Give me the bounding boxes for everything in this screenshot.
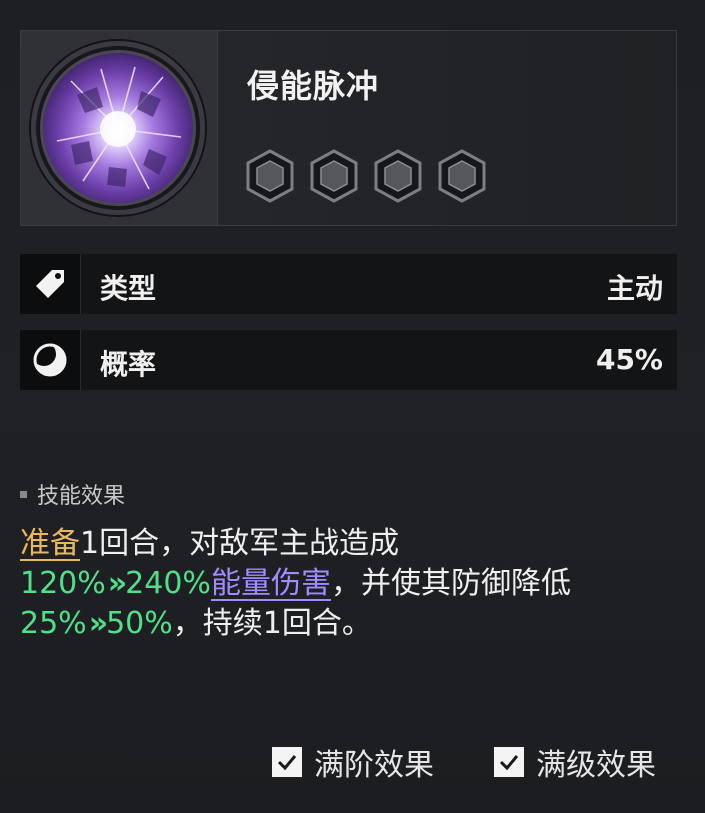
checkbox-checked-icon[interactable] xyxy=(272,747,302,777)
stat-label: 类型 xyxy=(100,272,157,305)
section-title-text: 技能效果 xyxy=(37,484,126,509)
value-from: 25% xyxy=(20,606,87,641)
skill-description: 准备1回合，对敌军主战造成 120%»240%能量伤害，并使其防御降低 25%»… xyxy=(20,524,690,644)
description-text: ，持续1回合。 xyxy=(172,606,372,641)
toggle-max-level[interactable]: 满级效果 xyxy=(494,740,656,784)
stat-value: 45% xyxy=(595,343,663,376)
keyword-energy-damage[interactable]: 能量伤害 xyxy=(211,566,331,601)
stat-label: 概率 xyxy=(100,348,157,381)
toggle-label: 满级效果 xyxy=(536,748,656,783)
checkbox-checked-icon[interactable] xyxy=(494,747,524,777)
skill-header-card: 侵能脉冲 xyxy=(20,30,677,226)
description-line-2: 120%»240%能量伤害，并使其防御降低 xyxy=(20,564,690,604)
level-slot-hex-icon xyxy=(438,149,486,203)
crescent-moon-icon xyxy=(20,330,81,390)
level-slot-hex-icon xyxy=(310,149,358,203)
level-slot-hex-icon xyxy=(374,149,422,203)
upgrade-arrow-icon: » xyxy=(88,606,108,641)
skill-name: 侵能脉冲 xyxy=(247,67,380,105)
purple-energy-orb-icon xyxy=(31,41,205,215)
value-from: 120% xyxy=(20,566,106,601)
bullet-square-icon xyxy=(20,490,27,498)
skill-detail-panel: 侵能脉冲 类型 主动 概率 45% 技能效果 准备1回合，对敌军主战造成 120… xyxy=(0,0,705,813)
stat-row-rate: 概率 45% xyxy=(20,330,677,390)
upgrade-arrow-icon: » xyxy=(107,566,127,601)
value-to: 50% xyxy=(106,606,173,641)
tag-icon xyxy=(20,254,81,314)
stat-row-type: 类型 主动 xyxy=(20,254,677,314)
value-to: 240% xyxy=(125,566,211,601)
toggle-max-rank[interactable]: 满阶效果 xyxy=(272,740,434,784)
description-text: 1回合，对敌军主战造成 xyxy=(80,526,400,561)
description-text: ，并使其防御降低 xyxy=(330,566,571,601)
keyword-prepare[interactable]: 准备 xyxy=(20,526,80,561)
description-line-1: 准备1回合，对敌军主战造成 xyxy=(20,524,690,564)
toggle-label: 满阶效果 xyxy=(314,748,434,783)
section-title: 技能效果 xyxy=(20,478,125,510)
skill-icon-frame xyxy=(21,31,218,225)
stat-value: 主动 xyxy=(606,272,663,305)
skill-level-slots xyxy=(245,149,487,203)
description-line-3: 25%»50%，持续1回合。 xyxy=(20,604,690,644)
level-slot-hex-icon xyxy=(246,149,294,203)
